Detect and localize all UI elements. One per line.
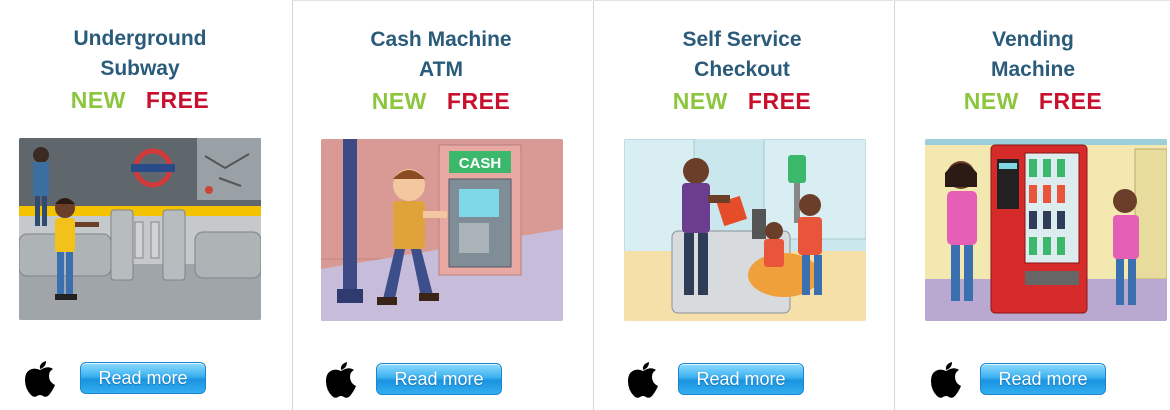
card-title-line2[interactable]: Checkout [592,55,892,85]
card-title-line1[interactable]: Vending [895,25,1170,55]
read-more-button[interactable]: Read more [980,363,1106,395]
apple-icon[interactable] [22,358,58,398]
free-badge: FREE [145,87,210,113]
checkout-illustration[interactable] [624,139,866,321]
atm-illustration[interactable]: CASH [321,139,563,321]
vending-illustration[interactable] [925,139,1167,321]
subway-illustration[interactable] [19,138,261,320]
card-title-line1[interactable]: Underground [0,24,280,54]
app-card-cash-machine-atm: Cash Machine ATM NEW FREE CASH Read more [292,0,592,410]
read-more-button[interactable]: Read more [80,362,206,394]
card-tags: NEW FREE [291,88,591,115]
card-title[interactable]: Underground Subway [0,24,280,84]
card-title[interactable]: Cash Machine ATM [291,25,591,85]
card-title-line2[interactable]: ATM [291,55,591,85]
app-card-underground-subway: Underground Subway NEW FREE Read more [0,0,300,410]
card-title-line1[interactable]: Cash Machine [291,25,591,55]
atm-sign-text: CASH [459,155,502,172]
read-more-button[interactable]: Read more [678,363,804,395]
free-badge: FREE [1038,88,1103,114]
card-title-line2[interactable]: Machine [895,55,1170,85]
read-more-button[interactable]: Read more [376,363,502,395]
card-tags: NEW FREE [0,87,280,114]
apple-icon[interactable] [625,359,661,399]
new-badge: NEW [70,87,126,113]
free-badge: FREE [747,88,812,114]
card-title-line1[interactable]: Self Service [592,25,892,55]
card-tags: NEW FREE [895,88,1170,115]
apple-icon[interactable] [928,359,964,399]
card-title-line2[interactable]: Subway [0,54,280,84]
app-card-self-service-checkout: Self Service Checkout NEW FREE Read more [593,0,893,410]
new-badge: NEW [672,88,728,114]
new-badge: NEW [371,88,427,114]
new-badge: NEW [963,88,1019,114]
apple-icon[interactable] [323,359,359,399]
card-tags: NEW FREE [592,88,892,115]
card-title[interactable]: Vending Machine [895,25,1170,85]
app-card-vending-machine: Vending Machine NEW FREE Read more [894,0,1170,410]
app-grid: Underground Subway NEW FREE Read more Ca… [0,0,1170,410]
card-title[interactable]: Self Service Checkout [592,25,892,85]
free-badge: FREE [446,88,511,114]
